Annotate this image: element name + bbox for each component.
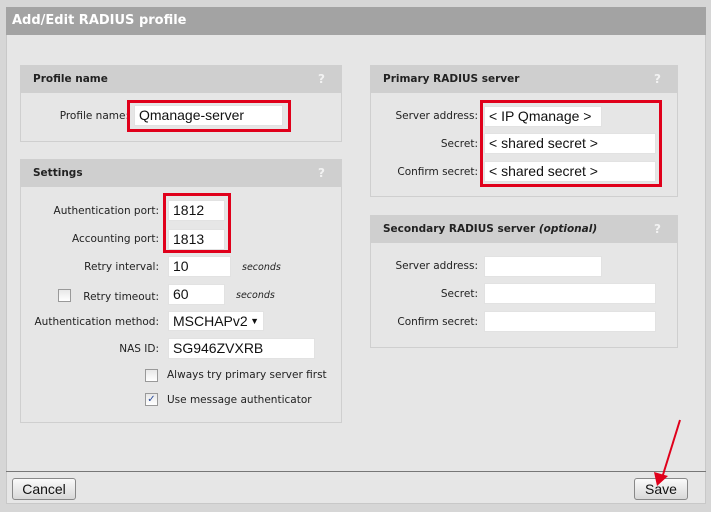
msg-auth-label: Use message authenticator (167, 394, 312, 406)
always-primary-checkbox[interactable] (145, 369, 158, 382)
auth-method-label: Authentication method: (34, 316, 159, 328)
secondary-secret-label: Secret: (440, 288, 478, 300)
help-icon[interactable]: ? (654, 66, 661, 93)
chevron-down-icon: ▼ (250, 316, 259, 326)
highlight-box (163, 193, 231, 253)
help-icon[interactable]: ? (318, 66, 325, 93)
secondary-confirm-label: Confirm secret: (397, 316, 478, 328)
highlight-box (480, 100, 662, 187)
section-title: Primary RADIUS server (383, 73, 520, 85)
acct-port-label: Accounting port: (71, 233, 159, 245)
auth-port-label: Authentication port: (53, 205, 159, 217)
red-arrow-annotation (654, 419, 681, 486)
retry-interval-unit: seconds (242, 262, 281, 273)
profile-name-label: Profile name: (59, 110, 129, 122)
retry-timeout-input[interactable]: 60 (168, 284, 225, 305)
retry-interval-label: Retry interval: (84, 261, 159, 273)
primary-address-label: Server address: (395, 110, 478, 122)
help-icon[interactable]: ? (654, 216, 661, 243)
primary-confirm-label: Confirm secret: (397, 166, 478, 178)
nas-id-input[interactable]: SG946ZVXRB (168, 338, 315, 359)
retry-interval-input[interactable]: 10 (168, 256, 231, 277)
cancel-button[interactable]: Cancel (12, 478, 76, 500)
highlight-box (127, 100, 291, 132)
help-icon[interactable]: ? (318, 160, 325, 187)
section-title-suffix: (optional) (538, 223, 598, 235)
always-primary-label: Always try primary server first (167, 369, 327, 381)
primary-secret-label: Secret: (440, 138, 478, 150)
secondary-confirm-input[interactable] (484, 311, 656, 332)
auth-method-select[interactable]: MSCHAPv2 ▼ (168, 311, 264, 331)
footer-divider (6, 471, 706, 472)
secondary-address-label: Server address: (395, 260, 478, 272)
auth-method-value: MSCHAPv2 (173, 313, 248, 329)
secondary-address-input[interactable] (484, 256, 602, 277)
secondary-secret-input[interactable] (484, 283, 656, 304)
section-title: Profile name (33, 73, 108, 85)
retry-timeout-checkbox[interactable] (58, 289, 71, 302)
section-title: Secondary RADIUS server (383, 223, 536, 235)
retry-timeout-unit: seconds (236, 290, 275, 301)
section-title: Settings (33, 167, 83, 179)
nas-id-label: NAS ID: (119, 343, 159, 355)
page-title: Add/Edit RADIUS profile (6, 7, 706, 35)
retry-timeout-label: Retry timeout: (83, 291, 159, 303)
msg-auth-checkbox[interactable]: ✓ (145, 393, 158, 406)
